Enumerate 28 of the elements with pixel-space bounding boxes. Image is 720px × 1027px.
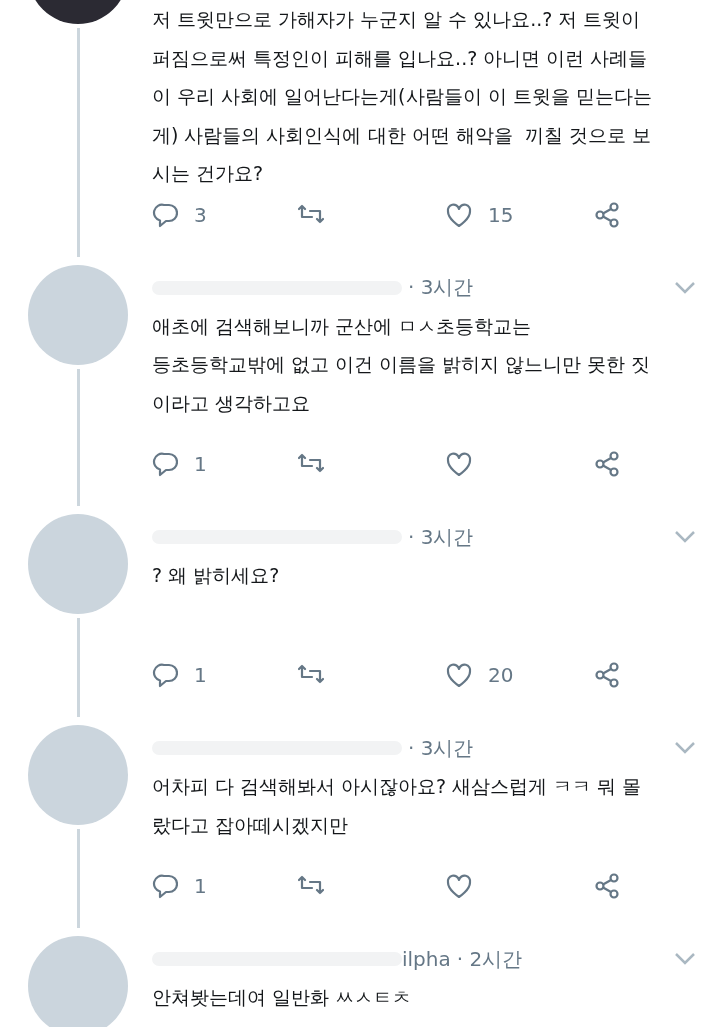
- heart-icon[interactable]: [446, 451, 472, 477]
- user-handle[interactable]: ilpha: [402, 947, 451, 971]
- like-count: 15: [488, 202, 514, 227]
- tweet-text: 애초에 검색해보니까 군산에 ㅁㅅ초등학교는 등초등학교밖에 없고 이건 이름을 밝히지 않느니만 못한 짓이라고 생각하고요: [152, 313, 652, 416]
- share-icon[interactable]: [594, 662, 620, 688]
- reply-icon[interactable]: [152, 873, 178, 899]
- heart-icon[interactable]: [446, 201, 472, 228]
- like-count: 20: [488, 663, 514, 687]
- share-icon[interactable]: [594, 201, 620, 228]
- reply-icon[interactable]: [152, 451, 178, 477]
- heart-icon[interactable]: [446, 873, 472, 899]
- reply-count: 1: [194, 874, 207, 898]
- tweet-text: 저 트윗만으로 가해자가 누군지 알 수 있나요..? 저 트윗이 퍼짐으로써 특정인이 피해를 입나요..? 아니면 이런 사례들이 우리 사회에 일어난다는게(사람들이 이 트윗을 믿는다는게) 사람들의 사회인식에 대한 어떤 해악을 끼칠 것으로 보시는 건가요?: [152, 7, 653, 186]
- timestamp: · 3시간: [408, 523, 474, 551]
- timestamp: · 3시간: [408, 734, 474, 762]
- reply-count: 3: [194, 202, 207, 227]
- tweet-text: 안쳐봣는데여 일반화 ㅆㅅㅌㅊ: [152, 985, 413, 1010]
- reply-count: 1: [194, 663, 207, 687]
- share-icon[interactable]: [594, 873, 620, 899]
- reply-icon[interactable]: [152, 201, 178, 228]
- tweet-text: ? 왜 밝히세요?: [152, 563, 281, 588]
- timestamp: · 2시간: [456, 945, 523, 973]
- heart-icon[interactable]: [446, 662, 472, 688]
- reply-count: 1: [194, 452, 207, 476]
- share-icon[interactable]: [594, 451, 620, 477]
- reply-icon[interactable]: [152, 662, 178, 688]
- tweet-text: 어차피 다 검색해봐서 아시잖아요? 새삼스럽게 ㅋㅋ 뭐 몰랐다고 잡아떼시겠지만: [152, 774, 643, 838]
- timestamp: · 3시간: [408, 274, 474, 301]
